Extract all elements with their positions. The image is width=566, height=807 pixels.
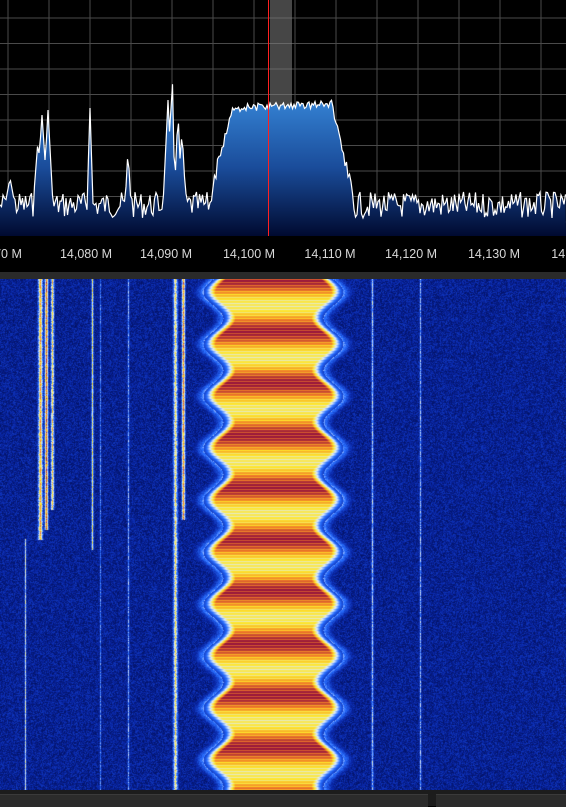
freq-label: 14,130 M	[467, 247, 521, 261]
freq-label: 14,100 M	[222, 247, 276, 261]
freq-label: 14,090 M	[139, 247, 193, 261]
panel-splitter[interactable]	[0, 272, 566, 279]
frequency-axis[interactable]: 70 M 14,080 M 14,090 M 14,100 M 14,110 M…	[0, 236, 566, 272]
freq-label: 14,110 M	[304, 247, 356, 261]
waterfall-canvas	[0, 279, 566, 790]
freq-label: 14,	[551, 247, 566, 261]
freq-label: 14,120 M	[384, 247, 438, 261]
status-segment	[0, 794, 428, 807]
status-strip	[0, 790, 566, 807]
waterfall-display[interactable]	[0, 279, 566, 790]
spectrum-fill	[0, 84, 566, 236]
freq-label: 70 M	[0, 247, 22, 261]
spectrum-display[interactable]	[0, 0, 566, 236]
status-segment	[436, 794, 566, 807]
freq-label: 14,080 M	[59, 247, 113, 261]
spectrum-plot[interactable]	[0, 0, 566, 236]
